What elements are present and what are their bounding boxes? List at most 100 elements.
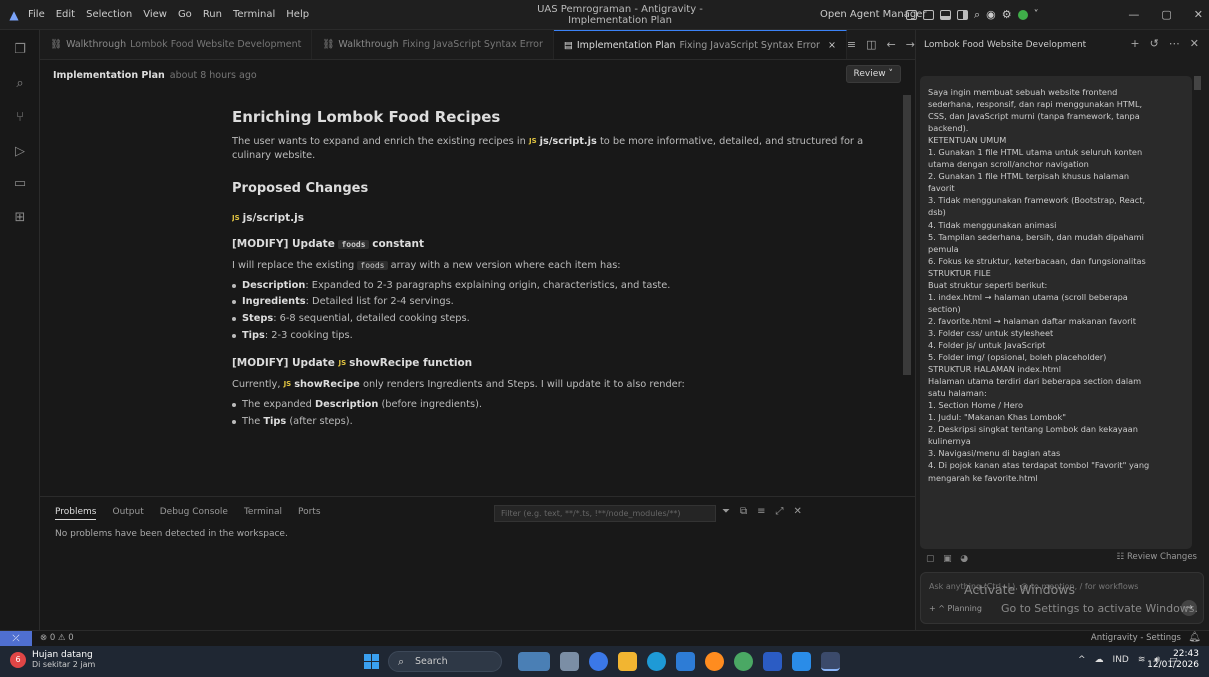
desc-text: Currently, bbox=[232, 379, 281, 391]
menu-run[interactable]: Run bbox=[203, 9, 222, 20]
file-link[interactable]: js/script.js bbox=[540, 136, 597, 147]
close-panel-icon[interactable]: ✕ bbox=[794, 506, 802, 517]
list-item: Tips: 2-3 cooking tips. bbox=[232, 329, 902, 343]
run-debug-icon[interactable]: ▷ bbox=[11, 144, 29, 160]
tab-terminal[interactable]: Terminal bbox=[244, 507, 282, 520]
tab-close-icon[interactable]: × bbox=[828, 40, 836, 51]
remote-explorer-icon[interactable]: ▭ bbox=[11, 176, 29, 192]
tab-output[interactable]: Output bbox=[112, 507, 143, 520]
notifications-bell-icon[interactable]: 🔔︎ bbox=[1188, 632, 1201, 643]
copilot-icon[interactable] bbox=[589, 652, 608, 671]
explorer-icon[interactable]: ❐ bbox=[11, 42, 29, 58]
store-icon[interactable] bbox=[676, 652, 695, 671]
filter-icon[interactable]: ⏷ bbox=[722, 506, 730, 517]
edge-icon[interactable] bbox=[647, 652, 666, 671]
list-icon[interactable]: ≡ bbox=[847, 38, 856, 51]
taskbar-search[interactable]: ⌕ Search bbox=[388, 651, 502, 672]
copy-icon[interactable]: ⧉ bbox=[740, 506, 747, 517]
planning-mode-selector[interactable]: + ^ Planning bbox=[929, 604, 982, 613]
file-explorer-icon[interactable] bbox=[618, 652, 637, 671]
wifi-icon[interactable]: ≋ bbox=[1138, 655, 1146, 665]
toggle-panel-icon[interactable] bbox=[940, 9, 951, 20]
problems-count[interactable]: ⊗ 0 ⚠ 0 bbox=[40, 633, 74, 643]
back-arrow-icon[interactable]: ← bbox=[887, 38, 896, 51]
tab-problems[interactable]: Problems bbox=[55, 507, 97, 520]
editor-scrollbar[interactable] bbox=[903, 95, 911, 375]
list-item: The expanded Description (before ingredi… bbox=[232, 398, 902, 412]
item-bold: Tips bbox=[263, 415, 287, 427]
extensions-icon[interactable]: ⊞ bbox=[11, 210, 29, 226]
file-icon[interactable]: ▢ bbox=[926, 554, 935, 564]
panel-actions: ⏷ ⧉ ≡ ⤢ ✕ bbox=[722, 506, 802, 517]
function-link[interactable]: showRecipe bbox=[349, 357, 419, 369]
history-icon[interactable]: ↺ bbox=[1150, 37, 1159, 50]
agent-avatar-icon: ◕ bbox=[960, 554, 969, 564]
problems-filter-input[interactable]: Filter (e.g. text, **/*.ts, !**/node_mod… bbox=[494, 505, 716, 522]
review-button[interactable]: Review ˅ bbox=[845, 65, 901, 83]
customize-layout-icon[interactable] bbox=[906, 9, 917, 20]
weather-widget[interactable]: 6 Hujan datang Di sekitar 2 jam bbox=[10, 650, 95, 669]
image-icon[interactable]: ▣ bbox=[943, 554, 952, 564]
tab-implementation-plan[interactable]: ▤ Implementation Plan Fixing JavaScript … bbox=[553, 30, 847, 59]
accounts-icon[interactable]: ◉ bbox=[986, 8, 996, 21]
language-indicator[interactable]: IND bbox=[1113, 655, 1129, 665]
maximize-panel-icon[interactable]: ⤢ bbox=[776, 506, 784, 517]
vscode-icon[interactable] bbox=[792, 652, 811, 671]
inline-code: foods bbox=[357, 260, 388, 270]
file-link[interactable]: js/script.js bbox=[243, 212, 304, 224]
forward-arrow-icon[interactable]: → bbox=[906, 38, 915, 51]
collapse-icon[interactable]: ≡ bbox=[757, 506, 765, 517]
item-text: The expanded bbox=[242, 398, 315, 410]
menu-file[interactable]: File bbox=[28, 9, 45, 20]
agent-scrollbar[interactable] bbox=[1194, 76, 1201, 90]
menu-help[interactable]: Help bbox=[286, 9, 309, 20]
tab-ports[interactable]: Ports bbox=[298, 507, 321, 520]
review-changes-button[interactable]: ☷ Review Changes bbox=[1117, 552, 1197, 562]
widgets-icon[interactable] bbox=[518, 652, 550, 671]
new-chat-icon[interactable]: + bbox=[1130, 37, 1139, 50]
settings-gear-icon[interactable]: ⚙ bbox=[1002, 8, 1012, 21]
antigravity-app-icon[interactable] bbox=[821, 652, 840, 671]
minimize-icon[interactable]: — bbox=[1128, 8, 1139, 21]
message-line: STRUKTUR HALAMAN index.html bbox=[928, 364, 1062, 375]
tab-debug-console[interactable]: Debug Console bbox=[160, 507, 228, 520]
word-icon[interactable] bbox=[763, 652, 782, 671]
more-icon[interactable]: ⋯ bbox=[1169, 37, 1180, 50]
chevron-up-icon[interactable]: ^ bbox=[1078, 655, 1086, 665]
close-agent-icon[interactable]: ✕ bbox=[1190, 37, 1199, 50]
settings-status[interactable]: Antigravity - Settings bbox=[1091, 633, 1181, 643]
menu-selection[interactable]: Selection bbox=[86, 9, 132, 20]
message-line: backend). bbox=[928, 123, 969, 134]
profile-icon[interactable] bbox=[1017, 9, 1028, 20]
toggle-secondary-sidebar-icon[interactable] bbox=[957, 9, 968, 20]
menu-go[interactable]: Go bbox=[178, 9, 192, 20]
taskbar-clock[interactable]: 22:43 12/01/2026 bbox=[1147, 649, 1199, 672]
search-view-icon[interactable]: ⌕ bbox=[11, 76, 29, 92]
menu-view[interactable]: View bbox=[143, 9, 167, 20]
list-item: Ingredients: Detailed list for 2-4 servi… bbox=[232, 295, 902, 309]
close-window-icon[interactable]: ✕ bbox=[1194, 8, 1203, 21]
message-line: Buat struktur seperti berikut: bbox=[928, 279, 1048, 290]
restore-icon[interactable]: ▢ bbox=[1161, 8, 1171, 21]
function-link[interactable]: showRecipe bbox=[294, 379, 360, 390]
menu-terminal[interactable]: Terminal bbox=[233, 9, 275, 20]
remote-indicator-icon[interactable]: ⤫ bbox=[0, 631, 32, 647]
chrome-icon[interactable] bbox=[734, 652, 753, 671]
toggle-sidebar-icon[interactable] bbox=[923, 9, 934, 20]
tab-sublabel: Lombok Food Website Development bbox=[130, 39, 302, 50]
chevron-down-icon[interactable]: ˅ bbox=[1034, 9, 1039, 20]
chat-input[interactable]: Ask anything (Ctrl+L), @ to mention, / f… bbox=[920, 572, 1204, 624]
search-icon[interactable]: ⌕ bbox=[974, 8, 980, 22]
cloud-icon[interactable]: ☁ bbox=[1095, 655, 1104, 665]
task-view-icon[interactable] bbox=[560, 652, 579, 671]
menu-edit[interactable]: Edit bbox=[56, 9, 75, 20]
search-icon: ⌕ bbox=[398, 655, 405, 668]
source-control-icon[interactable]: ⑂ bbox=[11, 110, 29, 126]
message-line: 1. index.html → halaman utama (scroll be… bbox=[928, 291, 1128, 302]
tab-walkthrough-fixing[interactable]: ⛓ Walkthrough Fixing JavaScript Syntax E… bbox=[312, 30, 554, 59]
tab-walkthrough-lombok[interactable]: ⛓ Walkthrough Lombok Food Website Develo… bbox=[40, 30, 313, 59]
split-editor-icon[interactable]: ◫ bbox=[866, 38, 876, 51]
windows-start-icon[interactable] bbox=[364, 654, 379, 669]
item-bold: Tips bbox=[242, 329, 265, 341]
firefox-icon[interactable] bbox=[705, 652, 724, 671]
